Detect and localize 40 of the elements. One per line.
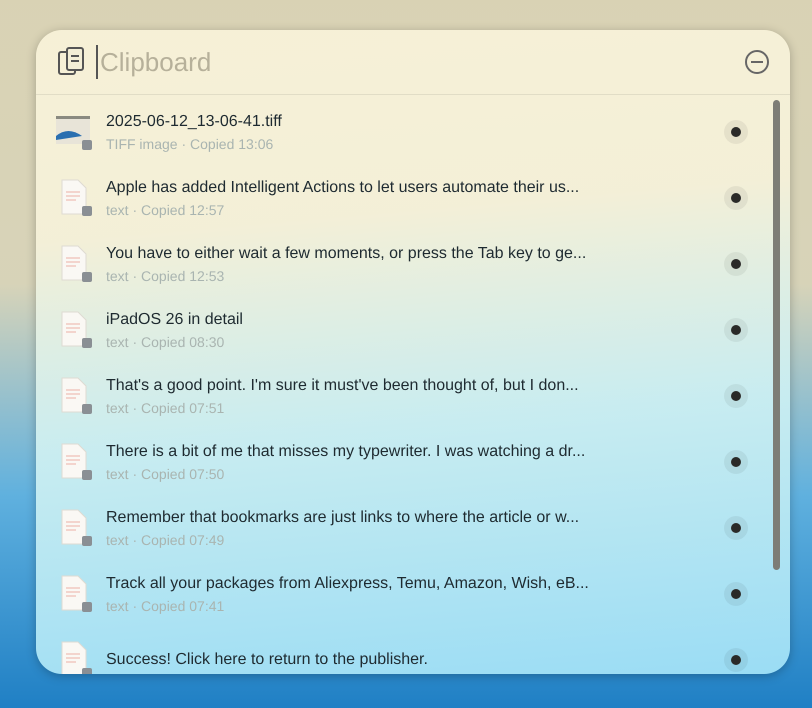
pin-button[interactable] <box>724 318 748 342</box>
item-title: Remember that bookmarks are just links to where the article or w... <box>106 508 580 526</box>
item-subtitle: text · Copied 07:51 <box>106 400 226 416</box>
pin-button[interactable] <box>724 384 748 408</box>
item-subtitle: text · Copied 07:50 <box>106 466 226 482</box>
item-subtitle: text · Copied 12:57 <box>106 202 226 218</box>
item-subtitle: text · Copied 08:30 <box>106 334 226 350</box>
pin-button[interactable] <box>724 252 748 276</box>
search-field[interactable]: Clipboard <box>96 45 732 79</box>
item-title: Track all your packages from Aliexpress, Temu, Amazon, Wish, eB... <box>106 574 590 592</box>
clipboard-item[interactable]: That's a good point. I'm sure it must've been thought of, but I don... text · Copied 07:51 <box>54 363 748 429</box>
item-title: Success! Click here to return to the publisher. <box>106 651 429 669</box>
scrollbar[interactable] <box>773 100 780 570</box>
clipboard-item[interactable]: You have to either wait a few moments, or press the Tab key to ge... text · Copied 12:53 <box>54 231 748 297</box>
clipboard-icon <box>56 46 86 78</box>
item-title: There is a bit of me that misses my typewriter. I was watching a dr... <box>106 442 586 460</box>
item-title: That's a good point. I'm sure it must've been thought of, but I don... <box>106 376 580 394</box>
item-title: Apple has added Intelligent Actions to let users automate their us... <box>106 178 580 196</box>
minus-circle-icon <box>744 49 770 75</box>
clipboard-item[interactable]: iPadOS 26 in detail text · Copied 08:30 <box>54 297 748 363</box>
item-subtitle: text · Copied 07:41 <box>106 598 226 614</box>
pin-button[interactable] <box>724 582 748 606</box>
item-subtitle: TIFF image · Copied 13:06 <box>106 136 274 152</box>
clipboard-item[interactable]: There is a bit of me that misses my typewriter. I was watching a dr... text · Copied 07:50 <box>54 429 748 495</box>
item-subtitle: text · Copied 12:53 <box>106 268 226 284</box>
clipboard-item[interactable]: Track all your packages from Aliexpress, Temu, Amazon, Wish, eB... text · Copied 07:41 <box>54 561 748 627</box>
pin-button[interactable] <box>724 516 748 540</box>
pin-button[interactable] <box>724 186 748 210</box>
clipboard-item[interactable]: Success! Click here to return to the publisher. <box>54 627 748 674</box>
minus-circle-button[interactable] <box>742 47 772 77</box>
pin-button[interactable] <box>724 450 748 474</box>
item-title: You have to either wait a few moments, or press the Tab key to ge... <box>106 244 588 262</box>
item-title: 2025-06-12_13-06-41.tiff <box>106 112 283 130</box>
pin-button[interactable] <box>724 120 748 144</box>
clipboard-item[interactable]: 2025-06-12_13-06-41.tiff TIFF image · Copied 13:06 <box>54 99 748 165</box>
item-subtitle: text · Copied 07:49 <box>106 532 226 548</box>
item-title: iPadOS 26 in detail <box>106 310 244 328</box>
clipboard-item[interactable]: Apple has added Intelligent Actions to let users automate their us... text · Copied 12:57 <box>54 165 748 231</box>
clipboard-item[interactable]: Remember that bookmarks are just links to where the article or w... text · Copied 07:49 <box>54 495 748 561</box>
pin-button[interactable] <box>724 648 748 672</box>
